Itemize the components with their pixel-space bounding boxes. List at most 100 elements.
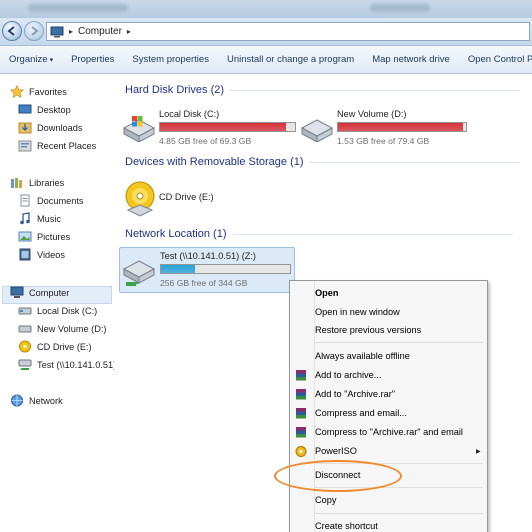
nav-music[interactable]: Music <box>18 212 61 225</box>
drive-d-free-space: 1.53 GB free of 79.4 GB <box>337 136 430 146</box>
breadcrumb-separator-icon[interactable]: ▸ <box>69 27 73 36</box>
music-icon <box>20 212 30 225</box>
open-control-panel-button[interactable]: Open Control Panel <box>459 54 532 65</box>
hard-drive-icon <box>18 307 32 315</box>
forward-button[interactable] <box>24 21 44 41</box>
menu-item-copy[interactable]: Copy <box>315 495 336 505</box>
properties-button[interactable]: Properties <box>62 54 123 65</box>
blurred-title-right <box>370 4 430 12</box>
nav-downloads[interactable]: Downloads <box>18 121 82 134</box>
nav-documents-label: Documents <box>37 195 84 206</box>
nav-libraries-label: Libraries <box>29 177 65 188</box>
nav-recent-places[interactable]: Recent Places <box>18 139 96 152</box>
drive-d-usage-fill <box>338 123 464 131</box>
computer-icon <box>50 26 64 37</box>
nav-downloads-label: Downloads <box>37 122 83 133</box>
network-drive-icon <box>18 359 32 370</box>
menu-item-create-shortcut[interactable]: Create shortcut <box>315 521 378 531</box>
nav-favorites[interactable]: Favorites <box>10 85 67 98</box>
blurred-title <box>28 4 128 12</box>
pictures-icon <box>18 231 32 242</box>
nav-videos[interactable]: Videos <box>18 248 65 261</box>
libraries-icon <box>11 178 22 188</box>
nav-desktop[interactable]: Desktop <box>18 103 71 116</box>
nav-documents[interactable]: Documents <box>18 194 83 207</box>
breadcrumb-chevron-icon[interactable]: ▸ <box>127 27 131 36</box>
nav-test-drive[interactable]: Test (\\10.141.0.51) ( <box>18 358 122 371</box>
desktop-icon <box>18 104 32 114</box>
map-network-drive-button[interactable]: Map network drive <box>363 54 459 65</box>
nav-local-disk[interactable]: Local Disk (C:) <box>18 304 97 317</box>
winrar-icon <box>296 389 306 400</box>
menu-item-open[interactable]: Open <box>315 288 338 298</box>
nav-cd-drive[interactable]: CD Drive (E:) <box>18 340 92 353</box>
back-button[interactable] <box>2 21 22 41</box>
forward-arrow-icon <box>31 26 39 36</box>
submenu-arrow-icon: ▶ <box>476 449 481 455</box>
breadcrumb-computer[interactable]: Computer <box>78 26 122 37</box>
menu-item-compress-rar-and-email[interactable]: Compress to "Archive.rar" and email <box>315 427 463 437</box>
nav-computer-label: Computer <box>29 287 70 298</box>
menu-item-add-to-archive-rar[interactable]: Add to "Archive.rar" <box>315 389 395 399</box>
cd-drive-icon <box>19 340 31 353</box>
drive-tile-c[interactable]: Local Disk (C:) 4.85 GB free of 69.3 GB <box>120 106 296 148</box>
group-network-label: Network Location (1) <box>125 228 227 240</box>
nav-libraries[interactable]: Libraries <box>10 176 64 189</box>
drive-c-name: Local Disk (C:) <box>159 109 220 119</box>
drive-d-usage-bar <box>337 122 467 132</box>
drive-tile-z[interactable]: Test (\\10.141.0.51) (Z:) 256 GB free of… <box>119 247 295 293</box>
drive-c-free-space: 4.85 GB free of 69.3 GB <box>159 136 252 146</box>
chevron-down-icon: ▾ <box>49 57 54 64</box>
videos-icon <box>19 248 31 261</box>
nav-network[interactable]: Network <box>10 394 63 407</box>
group-header-network[interactable]: Network Location (1) <box>125 228 513 240</box>
uninstall-program-button[interactable]: Uninstall or change a program <box>218 54 363 65</box>
menu-item-compress-and-email[interactable]: Compress and email... <box>315 408 407 418</box>
drive-c-usage-fill <box>160 123 286 131</box>
nav-favorites-label: Favorites <box>29 86 67 97</box>
group-header-removable[interactable]: Devices with Removable Storage (1) <box>125 156 520 168</box>
organize-button[interactable]: Organize ▾ <box>0 54 62 65</box>
nav-new-volume[interactable]: New Volume (D:) <box>18 322 106 335</box>
address-bar[interactable]: ▸ Computer ▸ <box>46 22 530 41</box>
title-bar <box>0 0 532 18</box>
nav-cd-drive-label: CD Drive (E:) <box>37 341 92 352</box>
drive-z-name: Test (\\10.141.0.51) (Z:) <box>160 251 256 261</box>
nav-pictures[interactable]: Pictures <box>18 230 70 243</box>
network-drive-icon <box>122 260 156 286</box>
annotation-highlight-ring <box>274 460 402 492</box>
drive-z-usage-bar <box>160 264 291 274</box>
drive-e-name: CD Drive (E:) <box>159 192 214 202</box>
cd-drive-icon <box>125 181 155 217</box>
menu-item-always-available-offline[interactable]: Always available offline <box>315 351 410 361</box>
star-icon <box>10 85 24 98</box>
nav-desktop-label: Desktop <box>37 104 71 115</box>
menu-item-poweriso[interactable]: PowerISO <box>315 446 357 456</box>
system-properties-button[interactable]: System properties <box>123 54 218 65</box>
winrar-icon <box>296 408 306 419</box>
nav-computer[interactable]: Computer <box>10 286 69 299</box>
menu-separator <box>315 342 483 343</box>
address-row: ▸ Computer ▸ <box>0 18 532 46</box>
context-menu: Open Open in new window Restore previous… <box>289 280 488 532</box>
network-icon <box>11 394 23 407</box>
windows-hard-drive-icon <box>122 116 156 142</box>
drive-tile-e[interactable]: CD Drive (E:) <box>120 176 270 220</box>
nav-pictures-label: Pictures <box>37 231 71 242</box>
winrar-icon <box>296 427 306 438</box>
recent-places-icon <box>18 140 32 152</box>
drive-tile-d[interactable]: New Volume (D:) 1.53 GB free of 79.4 GB <box>298 106 474 148</box>
hard-drive-icon <box>300 119 334 142</box>
group-divider <box>232 233 513 235</box>
drive-z-usage-fill <box>161 265 195 273</box>
back-arrow-icon <box>7 26 15 36</box>
group-divider <box>309 161 520 163</box>
menu-item-open-new-window[interactable]: Open in new window <box>315 307 400 317</box>
nav-test-drive-label: Test (\\10.141.0.51) ( <box>37 359 122 370</box>
group-header-hard-disks[interactable]: Hard Disk Drives (2) <box>125 84 521 96</box>
drive-c-usage-bar <box>159 122 296 132</box>
poweriso-icon <box>295 446 307 457</box>
group-divider <box>230 89 521 91</box>
menu-item-add-to-archive[interactable]: Add to archive... <box>315 370 381 380</box>
menu-item-restore-previous-versions[interactable]: Restore previous versions <box>315 325 421 335</box>
